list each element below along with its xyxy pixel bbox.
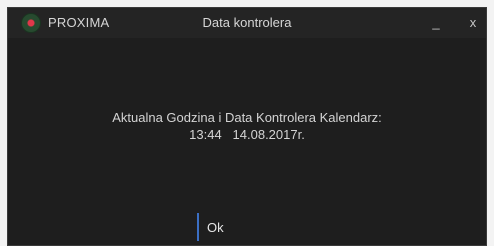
window-title: Data kontrolera (202, 15, 292, 30)
ok-button[interactable]: Ok (197, 213, 295, 241)
dialog-window: PROXIMA Data kontrolera _ x Aktualna God… (7, 7, 487, 246)
dialog-content: Aktualna Godzina i Data Kontrolera Kalen… (8, 38, 486, 245)
message-heading: Aktualna Godzina i Data Kontrolera Kalen… (112, 110, 382, 125)
title-bar[interactable]: PROXIMA Data kontrolera _ x (8, 8, 486, 38)
close-button[interactable]: x (467, 15, 479, 31)
controller-datetime: 13:44 14.08.2017r. (189, 127, 305, 142)
minimize-button[interactable]: _ (430, 15, 442, 31)
